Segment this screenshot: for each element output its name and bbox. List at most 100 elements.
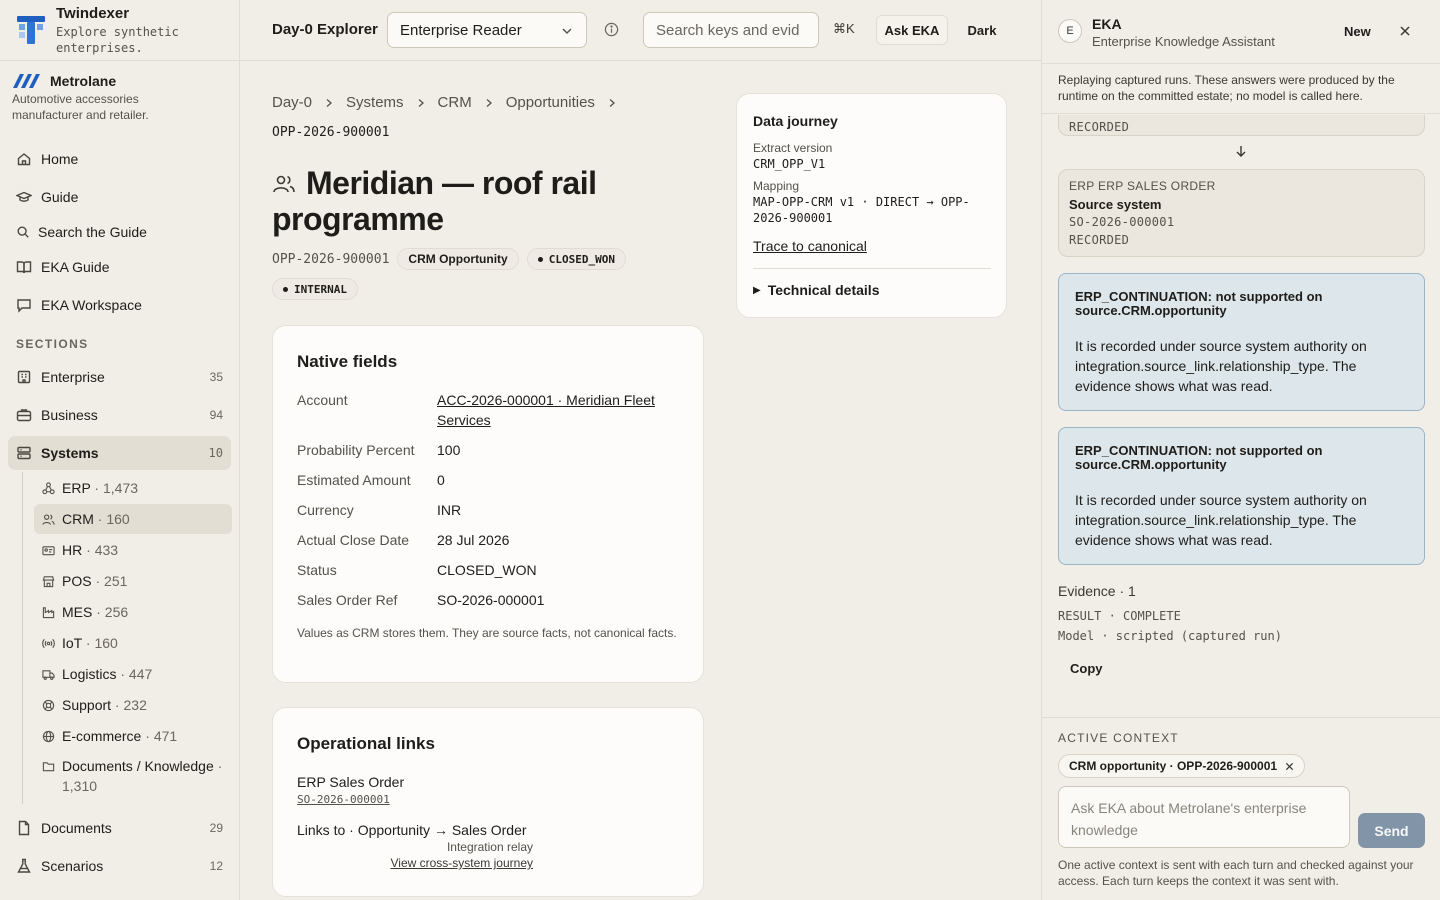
nav-search-guide-label: Search the Guide [38,224,147,240]
field-row-sales-order-ref: Sales Order Ref SO-2026-000001 [297,590,687,610]
search-input[interactable] [643,12,819,48]
top-bar: Day-0 Explorer Enterprise Reader ⌘K Ask … [240,0,1041,61]
replay-banner: Replaying captured runs. These answers w… [1042,64,1440,114]
flask-icon [16,858,32,874]
subnav-mes[interactable]: MES · 256 [34,597,232,627]
folder-icon [42,760,55,773]
ask-eka-input[interactable] [1058,786,1350,848]
org-switcher[interactable]: Metrolane Automotive accessories manufac… [0,61,239,123]
page-title-text: Meridian — roof rail programme [272,165,597,237]
globe-icon [42,730,55,743]
notice-body: It is recorded under source system autho… [1075,492,1367,548]
breadcrumb-crm[interactable]: CRM [438,94,472,111]
truck-icon [42,668,55,681]
org-name: Metrolane [50,73,117,89]
subnav-support[interactable]: Support · 232 [34,690,232,720]
org-description: Automotive accessories manufacturer and … [12,92,149,122]
breadcrumb-day0[interactable]: Day-0 [272,94,312,111]
view-journey-link[interactable]: View cross-system journey [391,856,534,870]
new-chat-button[interactable]: New [1344,24,1371,39]
chevron-right-icon [607,98,617,108]
mapping-label: Mapping [753,179,800,193]
field-value: CLOSED_WON [437,562,537,578]
chevron-right-icon [416,98,426,108]
id-card-icon [42,544,55,557]
extract-version-value: CRM_OPP_V1 [753,157,826,171]
record-id: OPP-2026-900001 [272,251,390,267]
role-select-value: Enterprise Reader [400,21,522,39]
field-value: INR [437,502,462,518]
eka-conversation[interactable]: RECORDED ERP ERP SALES ORDER Source syst… [1042,115,1440,717]
subnav-ecommerce[interactable]: E-commerce · 471 [34,721,232,751]
trace-canonical-link[interactable]: Trace to canonical [753,238,867,254]
subnav-iot[interactable]: IoT · 160 [34,628,232,658]
subnav-pos[interactable]: POS · 251 [34,566,232,596]
breadcrumb-opportunities[interactable]: Opportunities [506,94,595,111]
nav-documents-label: Documents [41,820,112,836]
theme-toggle-button[interactable]: Dark [957,15,1007,45]
notice-card: ERP_CONTINUATION: not supported on sourc… [1058,273,1425,411]
breadcrumb-systems[interactable]: Systems [346,94,404,111]
network-nodes-icon [42,481,55,495]
info-icon[interactable] [604,22,619,37]
app-brand[interactable]: Twindexer Explore synthetic enterprises. [0,0,239,61]
status-dot-icon [537,256,543,262]
technical-details-toggle[interactable]: ▶ Technical details [753,282,879,298]
send-button[interactable]: Send [1358,813,1425,848]
source-card-status: RECORDED [1069,233,1130,247]
visibility-dot-icon [283,286,288,292]
nav-enterprise[interactable]: Enterprise 35 [8,360,231,394]
copy-button[interactable]: Copy [1070,661,1103,676]
app-tagline: Explore synthetic enterprises. [56,25,179,55]
metrolane-logo-icon [12,73,44,89]
close-icon[interactable] [1398,24,1412,38]
subnav-erp[interactable]: ERP · 1,473 [34,473,232,503]
nav-eka-workspace[interactable]: EKA Workspace [8,288,231,322]
nav-documents[interactable]: Documents 29 [8,811,231,845]
search-shortcut: ⌘K [833,21,855,36]
account-link[interactable]: ACC-2026-000001 · Meridian Fleet Service… [437,392,655,428]
nav-home[interactable]: Home [8,142,231,176]
nav-systems[interactable]: Systems 10 [8,436,231,470]
eka-header: E EKA Enterprise Knowledge Assistant New [1042,0,1440,64]
field-row-close-date: Actual Close Date 28 Jul 2026 [297,530,687,550]
nav-business-label: Business [41,407,98,423]
subnav-documents-knowledge-label: Documents / Knowledge · 1,310 [62,758,223,794]
nav-scenarios[interactable]: Scenarios 12 [8,849,231,883]
field-label: Actual Close Date [297,532,410,548]
radio-signal-icon [42,637,55,650]
nav-documents-count: 29 [209,821,223,835]
nav-home-label: Home [41,151,79,167]
nav-business[interactable]: Business 94 [8,398,231,432]
native-fields-card: Native fields Account ACC-2026-000001 · … [272,325,704,683]
source-card-title: Source system [1069,197,1162,212]
explorer-title: Day-0 Explorer [272,21,378,38]
link-title: ERP Sales Order [297,774,405,790]
nav-search-guide[interactable]: Search the Guide [8,215,231,249]
mapping-value: MAP-OPP-CRM v1 · DIRECT → OPP-2026-90000… [753,195,970,225]
field-value: 28 Jul 2026 [437,532,510,548]
subnav-hr[interactable]: HR · 433 [34,535,232,565]
active-context-label: CRM opportunity · OPP-2026-900001 [1069,759,1278,773]
notice-body: It is recorded under source system autho… [1075,338,1367,394]
result-status: RESULT · COMPLETE [1058,609,1181,623]
subnav-logistics[interactable]: Logistics · 447 [34,659,232,689]
ask-eka-button[interactable]: Ask EKA [876,15,948,45]
remove-context-icon[interactable] [1285,762,1294,771]
role-select[interactable]: Enterprise Reader [387,12,587,48]
source-card-kind: ERP ERP SALES ORDER [1069,179,1216,193]
page-title: Meridian — roof rail programme [272,165,692,237]
notice-title: ERP_CONTINUATION: not supported on sourc… [1075,443,1323,472]
field-label: Status [297,562,337,578]
subnav-documents-knowledge[interactable]: Documents / Knowledge · 1,310 [34,754,232,796]
nav-guide[interactable]: Guide [8,180,231,214]
sales-order-link[interactable]: SO-2026-000001 [297,793,390,806]
nav-eka-guide[interactable]: EKA Guide [8,250,231,284]
subnav-crm[interactable]: CRM · 160 [34,504,232,534]
active-context-chip: CRM opportunity · OPP-2026-900001 [1058,754,1306,778]
source-card-id: SO-2026-000001 [1069,215,1175,229]
link-relation: Links to · Opportunity → Sales Order [297,822,527,838]
active-context-heading: ACTIVE CONTEXT [1058,731,1179,745]
field-label: Account [297,392,348,408]
evidence-count[interactable]: Evidence · 1 [1058,583,1136,599]
